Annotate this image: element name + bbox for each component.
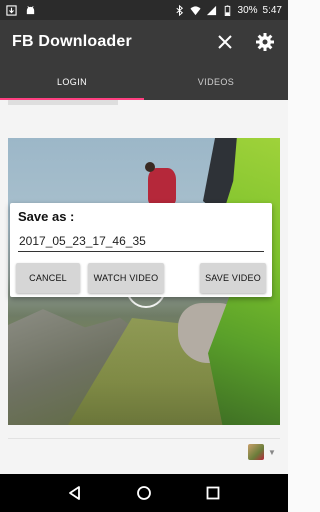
signal-icon [206,5,216,15]
gear-icon [256,33,274,51]
tab-videos[interactable]: VIDEOS [144,64,288,100]
filename-input[interactable] [18,232,264,252]
watch-video-button[interactable]: WATCH VIDEO [88,263,164,293]
recents-icon [206,486,220,500]
back-button[interactable] [63,481,87,505]
home-icon [137,486,151,500]
cancel-button[interactable]: CANCEL [16,263,80,293]
tab-bar: LOGIN VIDEOS [0,64,288,100]
app-bar: FB Downloader [0,20,288,64]
save-video-button[interactable]: SAVE VIDEO [200,263,266,293]
video-frame-jumper-head [145,162,155,172]
dialog-title: Save as : [18,209,75,224]
clock: 5:47 [262,4,282,16]
battery-percent: 30% [237,4,258,16]
recents-button[interactable] [201,481,225,505]
battery-icon [224,4,230,16]
close-icon [218,35,232,49]
chevron-down-icon[interactable]: ▼ [268,448,276,457]
app-title: FB Downloader [12,33,132,50]
post-footer: ▼ [0,430,288,474]
back-icon [68,486,80,500]
save-dialog: Save as : CANCEL WATCH VIDEO SAVE VIDEO [10,203,272,297]
bluetooth-icon [175,4,183,16]
post-header-fragment [8,100,118,105]
close-button[interactable] [214,31,236,53]
download-notification-icon [6,4,17,16]
wifi-icon [189,5,201,15]
status-bar: 30% 5:47 [0,0,288,20]
home-button[interactable] [132,481,156,505]
divider [8,438,280,439]
avatar[interactable] [248,444,264,460]
navigation-bar [0,474,288,512]
android-icon [26,5,35,14]
settings-button[interactable] [254,31,276,53]
video-frame-jumper [148,168,176,206]
tab-login[interactable]: LOGIN [0,64,144,100]
